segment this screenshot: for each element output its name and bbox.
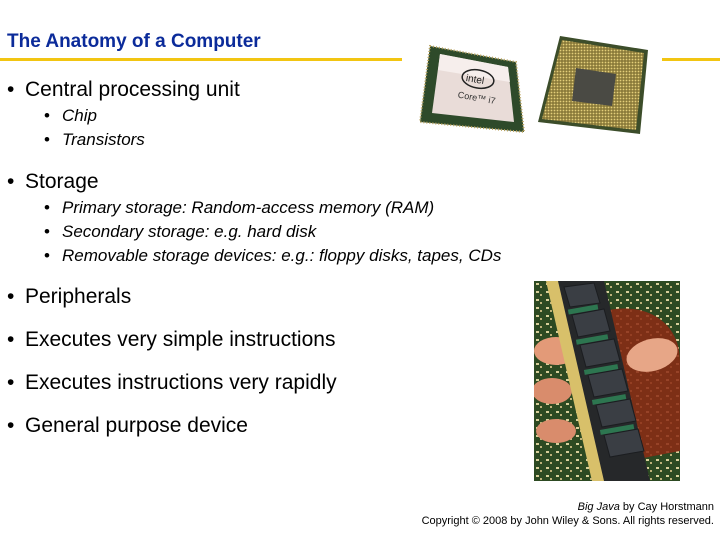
bullet-text: General purpose device (25, 414, 248, 437)
subbullet-removable-storage: • Removable storage devices: e.g.: floppy… (44, 246, 501, 266)
bullet-text: Executes very simple instructions (25, 328, 336, 351)
bullet-storage: • Storage (7, 170, 99, 194)
bullet-dot: • (7, 414, 15, 437)
bullet-dot: • (44, 198, 50, 217)
bullet-text: Peripherals (25, 285, 132, 308)
bullet-dot: • (7, 285, 15, 308)
author-line: by Cay Horstmann (619, 501, 714, 513)
bullet-text: Central processing unit (25, 78, 240, 101)
cpu-back-image (538, 36, 648, 134)
bullet-rapid-instructions: • Executes instructions very rapidly (7, 371, 337, 395)
title-underline-right (662, 58, 720, 61)
subbullet-text: Transistors (62, 130, 145, 149)
bullet-simple-instructions: • Executes very simple instructions (7, 328, 335, 352)
bullet-dot: • (7, 328, 15, 351)
cpu-front-image: intel Core™ i7 (418, 44, 526, 134)
subbullet-secondary-storage: • Secondary storage: e.g. hard disk (44, 222, 316, 242)
subbullet-text: Removable storage devices: e.g.: floppy … (62, 246, 502, 265)
bullet-dot: • (7, 371, 15, 394)
book-credit: Big Java by Cay Horstmann (422, 500, 714, 514)
bullet-dot: • (44, 130, 50, 149)
ram-module-image (534, 281, 680, 481)
subbullet-transistors: • Transistors (44, 130, 145, 150)
bullet-dot: • (44, 246, 50, 265)
bullet-dot: • (7, 170, 15, 193)
bullet-peripherals: • Peripherals (7, 285, 131, 309)
slide-title: The Anatomy of a Computer (7, 31, 261, 52)
bullet-dot: • (44, 106, 50, 125)
subbullet-primary-storage: • Primary storage: Random-access memory (… (44, 198, 434, 218)
title-underline-left (0, 58, 402, 61)
copyright-footer: Big Java by Cay Horstmann Copyright © 20… (422, 500, 714, 528)
subbullet-chip: • Chip (44, 106, 97, 126)
bullet-text: Executes instructions very rapidly (25, 371, 337, 394)
copyright-line: Copyright © 2008 by John Wiley & Sons. A… (421, 515, 714, 527)
subbullet-text: Primary storage: Random-access memory (R… (62, 198, 435, 217)
bullet-text: Storage (25, 170, 99, 193)
subbullet-text: Secondary storage: e.g. hard disk (62, 222, 317, 241)
subbullet-text: Chip (62, 106, 97, 125)
bullet-cpu: • Central processing unit (7, 78, 240, 102)
bullet-general-purpose: • General purpose device (7, 414, 248, 438)
book-title: Big Java (577, 501, 620, 513)
bullet-dot: • (44, 222, 50, 241)
bullet-dot: • (7, 78, 15, 101)
